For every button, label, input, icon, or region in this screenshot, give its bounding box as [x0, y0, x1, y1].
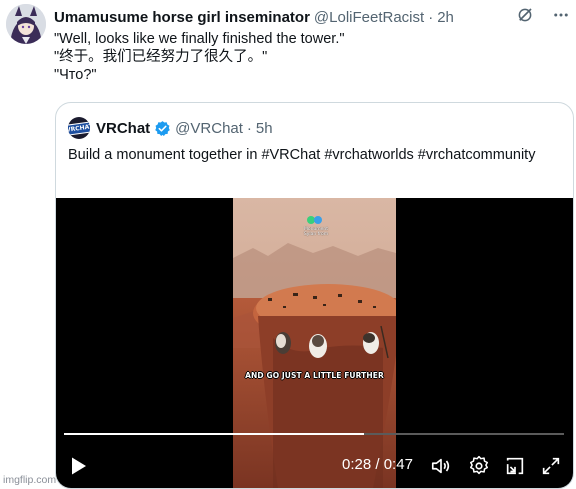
video-overlay-tag: Monument Sylan from	[303, 227, 329, 237]
duration: 0:47	[383, 456, 413, 473]
tweet-line: "Что?"	[54, 67, 97, 83]
tweet-line: "Well, looks like we finally finished th…	[54, 31, 345, 47]
time-separator: /	[371, 456, 384, 473]
video-frame-image	[233, 198, 396, 488]
video-caption: AND GO JUST A LITTLE FURTHER	[245, 371, 384, 380]
quoted-tweet-header: VRCHAT VRChat @VRChat · 5h	[68, 117, 273, 139]
fullscreen-icon[interactable]	[540, 455, 562, 477]
video-player[interactable]: Monument Sylan from AND GO JUST A LITTLE…	[56, 198, 573, 488]
tweet-text: "Well, looks like we finally finished th…	[54, 30, 345, 84]
video-controls: 0:28 / 0:47	[56, 450, 573, 480]
volume-icon[interactable]	[430, 455, 452, 477]
video-time: 0:28 / 0:47	[342, 456, 413, 473]
settings-icon[interactable]	[468, 455, 490, 477]
more-options-icon[interactable]	[552, 6, 570, 24]
tweet-line: "终于。我们已经努力了很久了。"	[54, 49, 268, 65]
vrchat-logo[interactable]: VRCHAT	[68, 117, 90, 139]
quoted-author-name[interactable]: VRChat	[96, 120, 150, 137]
video-frame: Monument Sylan from AND GO JUST A LITTLE…	[233, 198, 396, 488]
avatar-image	[6, 4, 46, 44]
quoted-author-handle[interactable]: @VRChat	[175, 120, 243, 137]
play-icon[interactable]	[70, 456, 88, 476]
author-avatar[interactable]	[6, 4, 46, 44]
quoted-tweet-text: Build a monument together in #VRChat #vr…	[68, 147, 536, 163]
grok-icon[interactable]	[516, 6, 534, 24]
quoted-tweet[interactable]: VRCHAT VRChat @VRChat · 5h Build a monum…	[55, 102, 574, 489]
author-handle[interactable]: @LoliFeetRacist	[314, 9, 424, 26]
quoted-tweet-time[interactable]: 5h	[256, 120, 273, 137]
video-progress-fill	[64, 433, 364, 435]
pip-icon[interactable]	[504, 455, 526, 477]
separator-dot: ·	[428, 8, 434, 26]
header-actions	[516, 6, 570, 24]
verified-badge-icon	[155, 120, 170, 136]
current-time: 0:28	[342, 456, 372, 473]
vrchat-logo-text: VRCHAT	[68, 120, 90, 136]
author-name[interactable]: Umamusume horse girl inseminator	[54, 9, 310, 26]
tweet-time[interactable]: 2h	[437, 9, 454, 26]
separator-dot: ·	[246, 119, 252, 137]
video-progress-bar[interactable]	[64, 433, 564, 435]
imgflip-watermark: imgflip.com	[3, 474, 57, 486]
tweet-header: Umamusume horse girl inseminator @LoliFe…	[54, 7, 568, 27]
